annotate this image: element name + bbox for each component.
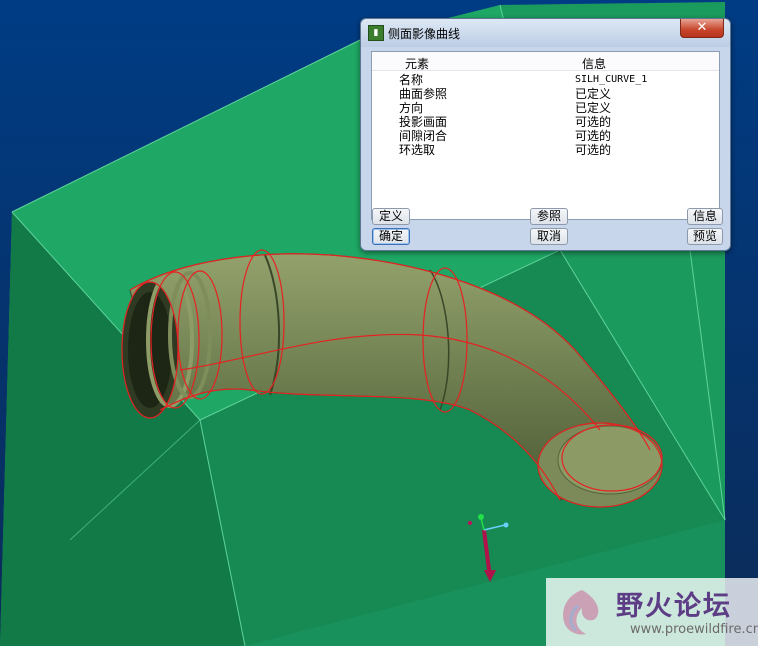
table-row[interactable]: 曲面参照 已定义 <box>372 87 719 101</box>
table-row[interactable]: 投影画面 可选的 <box>372 115 719 129</box>
row-value: 已定义 <box>575 87 612 101</box>
row-value: 可选的 <box>575 115 612 129</box>
dialog-title: 侧面影像曲线 <box>388 27 461 41</box>
forum-watermark: 野火论坛 www.proewildfire.cn <box>546 578 758 646</box>
column-header-element: 元素 <box>405 57 430 71</box>
row-label: 方向 <box>399 101 424 115</box>
define-button[interactable]: 定义 <box>372 208 410 225</box>
row-label: 间隙闭合 <box>399 129 448 143</box>
row-label: 环选取 <box>399 143 436 157</box>
watermark-url: www.proewildfire.cn <box>630 622 758 637</box>
close-button[interactable]: ✕ <box>680 19 724 38</box>
row-value: 可选的 <box>575 129 612 143</box>
ok-button[interactable]: 确定 <box>372 228 410 245</box>
table-row[interactable]: 间隙闭合 可选的 <box>372 129 719 143</box>
cancel-button[interactable]: 取消 <box>530 228 568 245</box>
flame-logo-icon <box>563 590 599 635</box>
table-row[interactable]: 环选取 可选的 <box>372 143 719 157</box>
row-label: 名称 <box>399 73 424 87</box>
dialog-titlebar[interactable]: ▮ 侧面影像曲线 ✕ <box>361 19 730 47</box>
table-row[interactable]: 方向 已定义 <box>372 101 719 115</box>
row-value: SILH_CURVE_1 <box>575 74 648 85</box>
preview-button[interactable]: 预览 <box>687 228 723 245</box>
row-value: 已定义 <box>575 101 612 115</box>
watermark-brand: 野火论坛 <box>616 591 732 622</box>
element-table: 元素 信息 名称 SILH_CURVE_1 曲面参照 已定义 方向 已定义 投影… <box>371 51 720 220</box>
row-value: 可选的 <box>575 143 612 157</box>
info-button[interactable]: 信息 <box>687 208 723 225</box>
table-header: 元素 信息 <box>372 52 719 71</box>
app-icon: ▮ <box>368 25 384 41</box>
reference-button[interactable]: 参照 <box>530 208 568 225</box>
silhouette-curve-dialog: ▮ 侧面影像曲线 ✕ 元素 信息 名称 SILH_CURVE_1 曲面参照 已定… <box>360 18 731 251</box>
row-label: 投影画面 <box>399 115 448 129</box>
column-header-info: 信息 <box>582 57 607 71</box>
row-label: 曲面参照 <box>399 87 448 101</box>
table-row[interactable]: 名称 SILH_CURVE_1 <box>372 73 719 87</box>
